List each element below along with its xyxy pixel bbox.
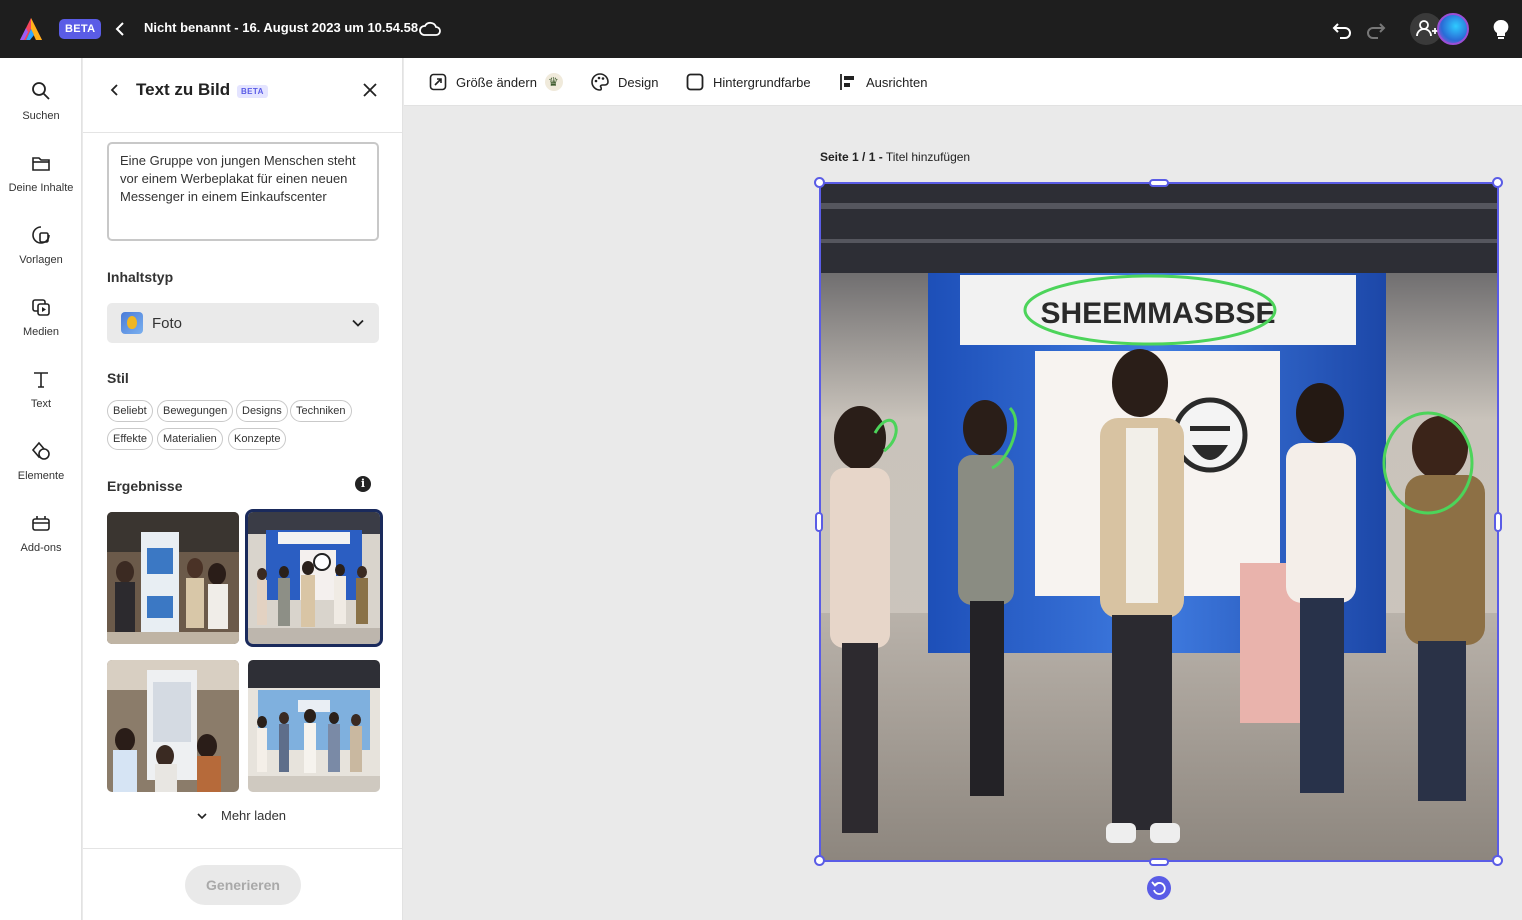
rail-label: Medien [22, 326, 60, 338]
close-icon[interactable] [361, 81, 379, 99]
style-chip[interactable]: Effekte [107, 428, 154, 450]
resize-button[interactable]: Größe ändern [428, 72, 563, 92]
redo-icon[interactable] [1364, 17, 1388, 41]
palette-icon [591, 73, 609, 91]
page-label[interactable]: Seite 1 / 1 - Titel hinzufügen [820, 150, 970, 164]
background-color-label: Hintergrundfarbe [713, 74, 811, 90]
rail-item-search[interactable]: Suchen [0, 80, 82, 140]
background-color-button[interactable]: Hintergrundfarbe [685, 72, 811, 92]
rail-item-media[interactable]: Medien [0, 296, 82, 356]
canvas-photo: SHEEMMASBSE [820, 183, 1498, 861]
panel-title: Text zu Bild [136, 80, 231, 99]
result-thumbnail[interactable] [107, 660, 239, 792]
design-button[interactable]: Design [590, 72, 658, 92]
folder-icon [32, 157, 50, 171]
result-thumbnail[interactable] [107, 512, 239, 644]
back-chevron-icon[interactable] [112, 18, 128, 40]
result-image [248, 660, 380, 792]
rail-item-templates[interactable]: Vorlagen [0, 224, 82, 284]
result-image [248, 512, 380, 644]
align-label: Ausrichten [866, 74, 928, 90]
templates-icon [32, 226, 50, 244]
result-image [107, 660, 239, 792]
addons-icon [32, 516, 50, 531]
result-image [107, 512, 239, 644]
beta-badge: BETA [59, 19, 102, 39]
rail-item-your-content[interactable]: Deine Inhalte [0, 152, 82, 212]
search-icon [32, 82, 50, 100]
page-title-placeholder[interactable]: Titel hinzufügen [886, 150, 970, 164]
style-chip[interactable]: Designs [236, 400, 288, 422]
results-label: Ergebnisse [107, 478, 183, 494]
resize-handle-top-right[interactable] [1492, 177, 1503, 188]
chevron-down-icon [352, 319, 364, 327]
load-more-label: Mehr laden [221, 808, 287, 823]
text-to-image-panel: Text zu Bild BETA Eine Gruppe von jungen… [83, 58, 403, 920]
left-rail: Suchen Deine Inhalte Vorlagen Medien Tex… [0, 58, 82, 920]
text-icon [34, 372, 48, 388]
rail-item-addons[interactable]: Add-ons [0, 512, 82, 572]
resize-handle-bottom-left[interactable] [814, 855, 825, 866]
rail-label: Add-ons [20, 542, 62, 554]
prompt-textarea[interactable]: Eine Gruppe von jungen Menschen steht vo… [107, 142, 379, 241]
style-chip[interactable]: Beliebt [107, 400, 153, 422]
chevron-down-icon [197, 813, 207, 820]
resize-label: Größe ändern [456, 74, 537, 90]
resize-handle-left[interactable] [815, 512, 823, 532]
undo-icon[interactable] [1330, 17, 1354, 41]
rail-item-text[interactable]: Text [0, 368, 82, 428]
rail-label: Text [30, 398, 52, 410]
align-button[interactable]: Ausrichten [838, 72, 927, 92]
generate-button[interactable]: Generieren [185, 865, 301, 905]
panel-back-icon[interactable] [107, 82, 123, 98]
page-counter: Seite 1 / 1 - [820, 150, 883, 164]
panel-divider [83, 848, 402, 849]
cloud-sync-icon[interactable] [418, 18, 442, 40]
resize-handle-bottom[interactable] [1149, 858, 1169, 866]
adobe-express-logo-icon[interactable] [18, 16, 44, 42]
document-title[interactable]: Nicht benannt - 16. August 2023 um 10.54… [144, 20, 418, 35]
elements-icon [31, 441, 50, 460]
background-color-icon [686, 73, 704, 91]
media-icon [32, 299, 50, 316]
result-thumbnail[interactable] [248, 660, 380, 792]
style-chip[interactable]: Techniken [290, 400, 352, 422]
rail-label: Vorlagen [19, 254, 63, 266]
rotate-handle[interactable] [1147, 876, 1171, 900]
style-label: Stil [107, 370, 129, 386]
rail-label: Elemente [17, 470, 65, 482]
rail-label: Deine Inhalte [8, 182, 74, 194]
style-chip[interactable]: Materialien [157, 428, 223, 450]
resize-handle-top-left[interactable] [814, 177, 825, 188]
rail-label: Suchen [22, 110, 60, 122]
content-type-dropdown[interactable]: Foto [107, 303, 379, 343]
align-left-icon [840, 74, 854, 90]
photo-balloon-icon [121, 312, 143, 334]
info-icon[interactable]: i [355, 476, 371, 492]
result-thumbnail-selected[interactable] [245, 509, 383, 647]
premium-crown-icon [544, 73, 563, 91]
rail-item-elements[interactable]: Elemente [0, 440, 82, 500]
style-chip[interactable]: Konzepte [228, 428, 287, 450]
user-avatar[interactable] [1437, 13, 1469, 45]
load-more-button[interactable]: Mehr laden [197, 808, 287, 823]
resize-handle-bottom-right[interactable] [1492, 855, 1503, 866]
resize-icon [429, 73, 447, 91]
panel-divider [83, 132, 402, 133]
lightbulb-icon[interactable] [1490, 17, 1512, 41]
panel-beta-badge: BETA [237, 85, 268, 98]
style-chip[interactable]: Bewegungen [157, 400, 234, 422]
resize-handle-right[interactable] [1494, 512, 1502, 532]
content-type-label: Inhaltstyp [107, 269, 174, 285]
resize-handle-top[interactable] [1149, 179, 1169, 187]
rotate-icon [1151, 881, 1166, 895]
design-label: Design [618, 74, 659, 90]
canvas-toolbar: Größe ändern Design Hintergrundfarbe Aus… [404, 58, 1522, 106]
top-bar: BETA Nicht benannt - 16. August 2023 um … [0, 0, 1522, 58]
billboard-sign-text: SHEEMMASBSE [1040, 297, 1275, 330]
generated-image[interactable]: SHEEMMASBSE [820, 183, 1498, 861]
content-type-value: Foto [152, 315, 183, 332]
